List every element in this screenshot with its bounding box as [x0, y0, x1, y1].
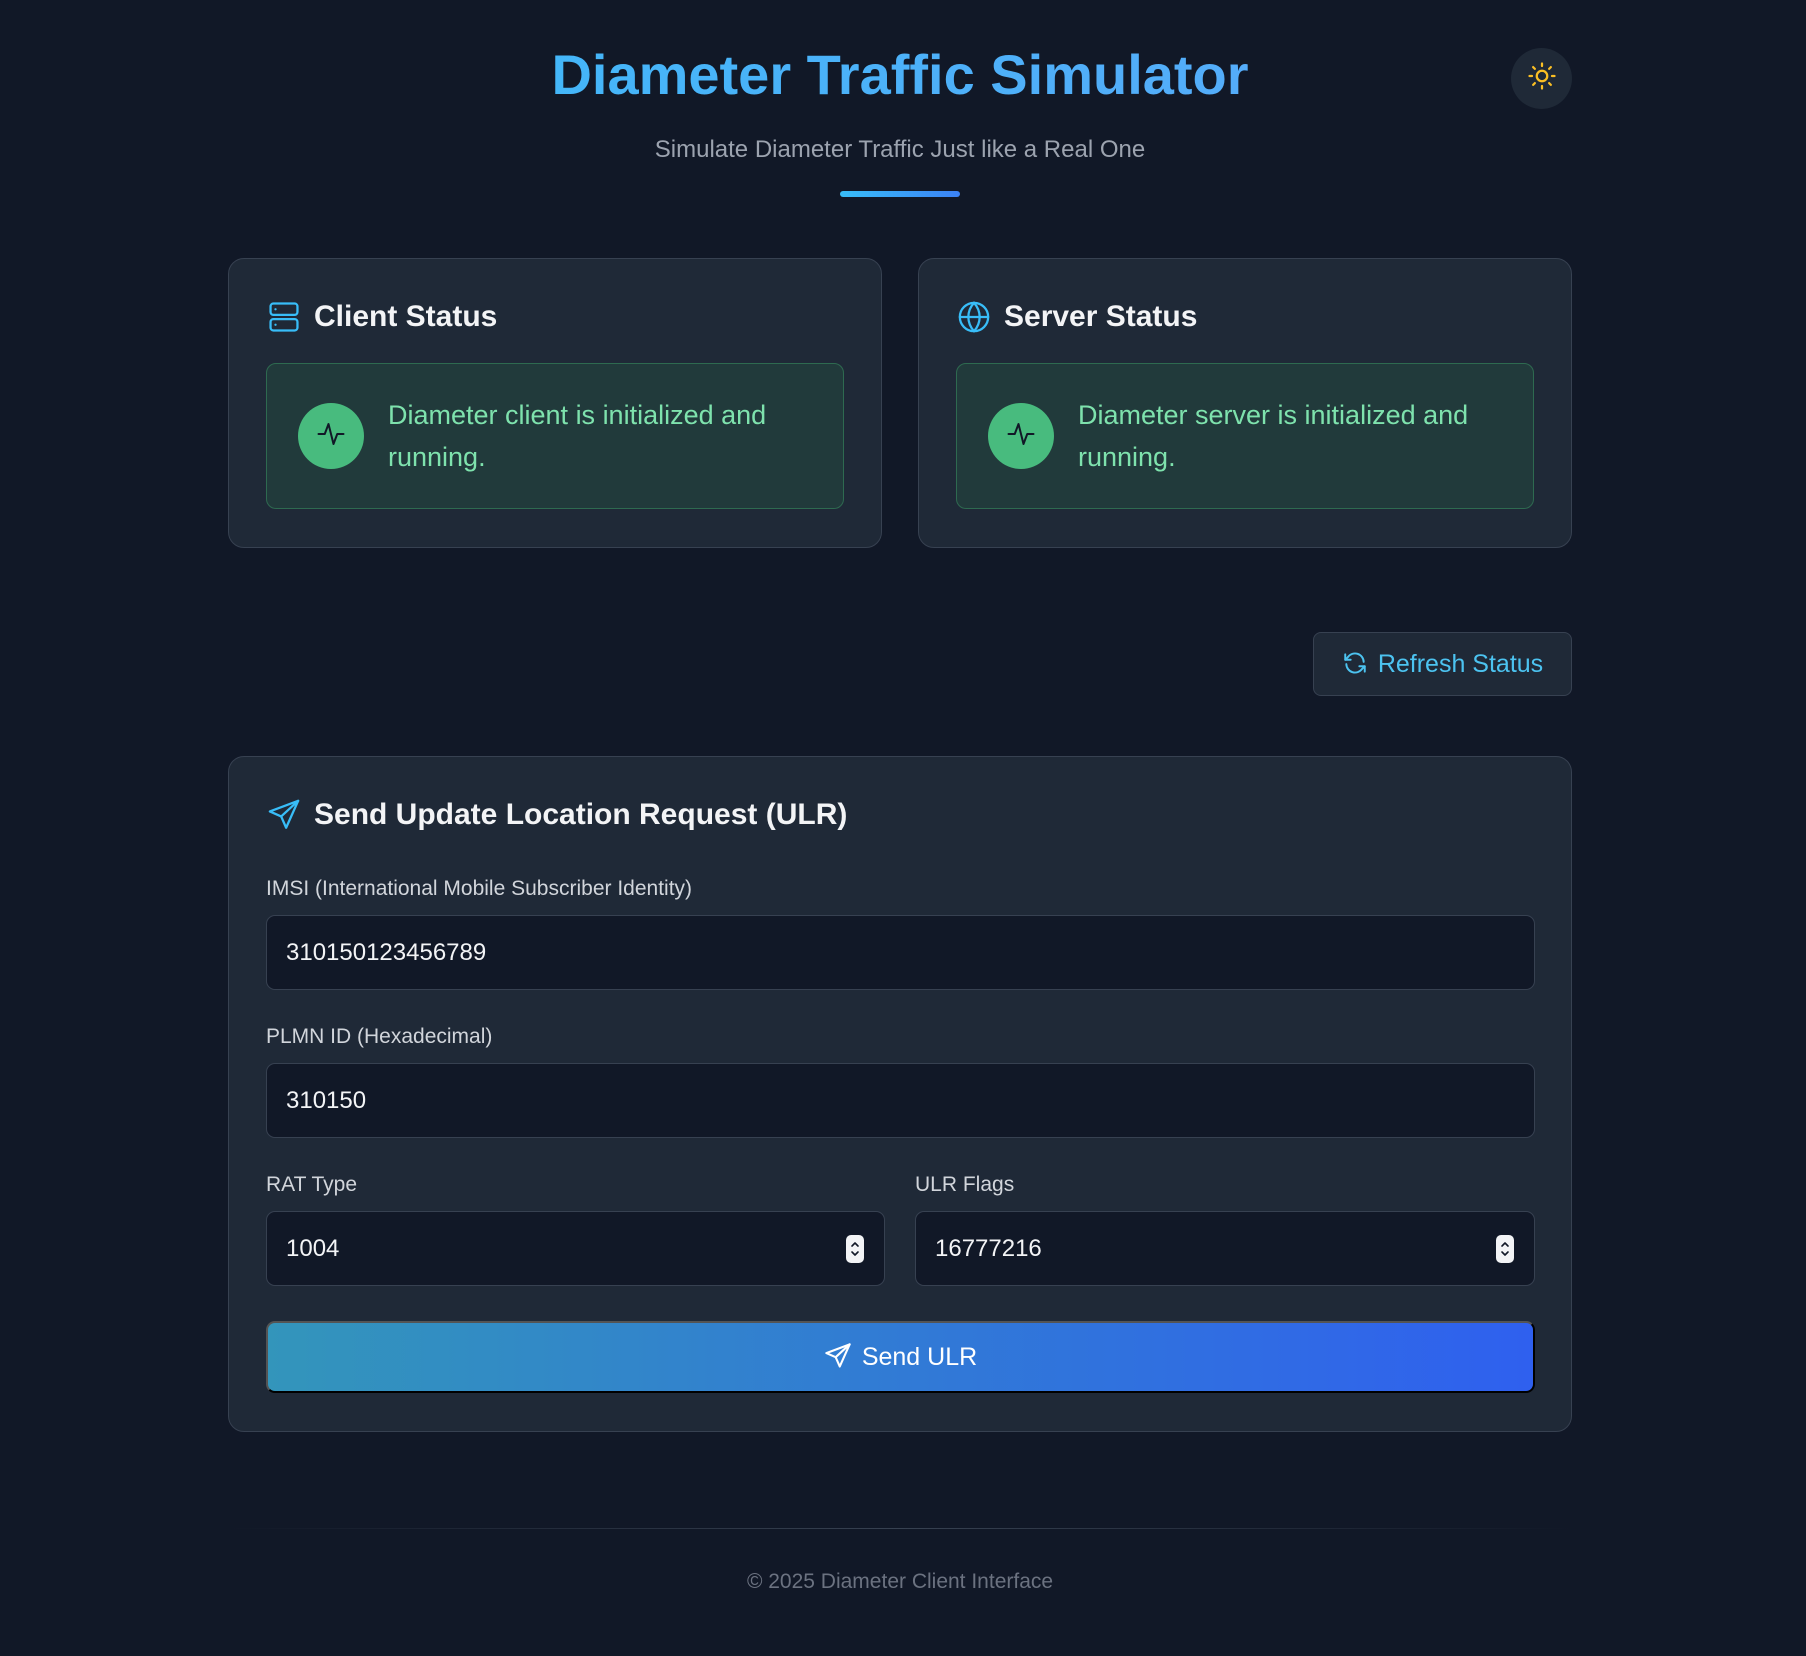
- globe-icon: [956, 299, 992, 335]
- client-activity-indicator: [298, 403, 364, 469]
- rat-type-label: RAT Type: [266, 1173, 358, 1196]
- client-status-message-line: Diameter client is initialized and: [388, 400, 767, 430]
- imsi-value: 310150123456789: [286, 938, 487, 966]
- send-ulr-button[interactable]: Send ULR: [266, 1321, 1535, 1393]
- sun-icon: [1527, 61, 1557, 96]
- client-status-header: Client Status: [266, 299, 497, 335]
- page: Diameter Traffic Simulator Simulate Diam…: [0, 0, 1806, 1656]
- imsi-input[interactable]: 310150123456789: [266, 915, 1535, 990]
- imsi-label: IMSI (International Mobile Subscriber Id…: [266, 877, 693, 900]
- server-activity-indicator: [988, 403, 1054, 469]
- client-status-message-line: running.: [388, 442, 486, 472]
- rat-type-input[interactable]: 1004: [266, 1211, 885, 1286]
- server-icon: [266, 299, 302, 335]
- send-icon: [824, 1342, 852, 1373]
- server-status-header: Server Status: [956, 299, 1197, 335]
- theme-toggle-button[interactable]: [1511, 48, 1572, 109]
- ulr-flags-input[interactable]: 16777216: [915, 1211, 1535, 1286]
- ulr-flags-stepper[interactable]: [1496, 1235, 1514, 1263]
- server-status-card: Server Status Diameter server is initial…: [918, 258, 1572, 548]
- refresh-status-label: Refresh Status: [1377, 649, 1544, 678]
- server-status-message-box: Diameter server is initialized and runni…: [956, 363, 1534, 509]
- server-status-message: Diameter server is initialized and runni…: [1078, 394, 1468, 478]
- ulr-form-header: Send Update Location Request (ULR): [266, 797, 847, 833]
- client-status-message: Diameter client is initialized and runni…: [388, 394, 766, 478]
- client-status-message-box: Diameter client is initialized and runni…: [266, 363, 844, 509]
- ulr-flags-value: 16777216: [935, 1234, 1042, 1262]
- send-icon: [266, 797, 302, 833]
- plmn-input[interactable]: 310150: [266, 1063, 1535, 1138]
- server-status-message-line: running.: [1078, 442, 1176, 472]
- plmn-label: PLMN ID (Hexadecimal): [266, 1025, 493, 1048]
- footer-divider: [228, 1528, 1572, 1529]
- title-underline: [840, 191, 960, 197]
- client-status-card: Client Status Diameter client is initial…: [228, 258, 882, 548]
- plmn-value: 310150: [286, 1086, 367, 1114]
- server-status-title: Server Status: [1004, 300, 1198, 333]
- page-subtitle: Simulate Diameter Traffic Just like a Re…: [654, 136, 1146, 163]
- server-status-message-line: Diameter server is initialized and: [1078, 400, 1469, 430]
- ulr-form-card: Send Update Location Request (ULR) IMSI …: [228, 756, 1572, 1432]
- refresh-status-button[interactable]: Refresh Status: [1313, 632, 1572, 696]
- ulr-form-title: Send Update Location Request (ULR): [314, 798, 848, 831]
- activity-icon: [1006, 419, 1036, 454]
- footer-text: © 2025 Diameter Client Interface: [746, 1570, 1054, 1593]
- rat-type-stepper[interactable]: [846, 1235, 864, 1263]
- client-status-title: Client Status: [314, 300, 498, 333]
- ulr-flags-label: ULR Flags: [915, 1173, 1015, 1196]
- send-ulr-label: Send ULR: [861, 1342, 978, 1371]
- rat-type-value: 1004: [286, 1234, 340, 1262]
- activity-icon: [316, 419, 346, 454]
- refresh-icon: [1342, 650, 1368, 679]
